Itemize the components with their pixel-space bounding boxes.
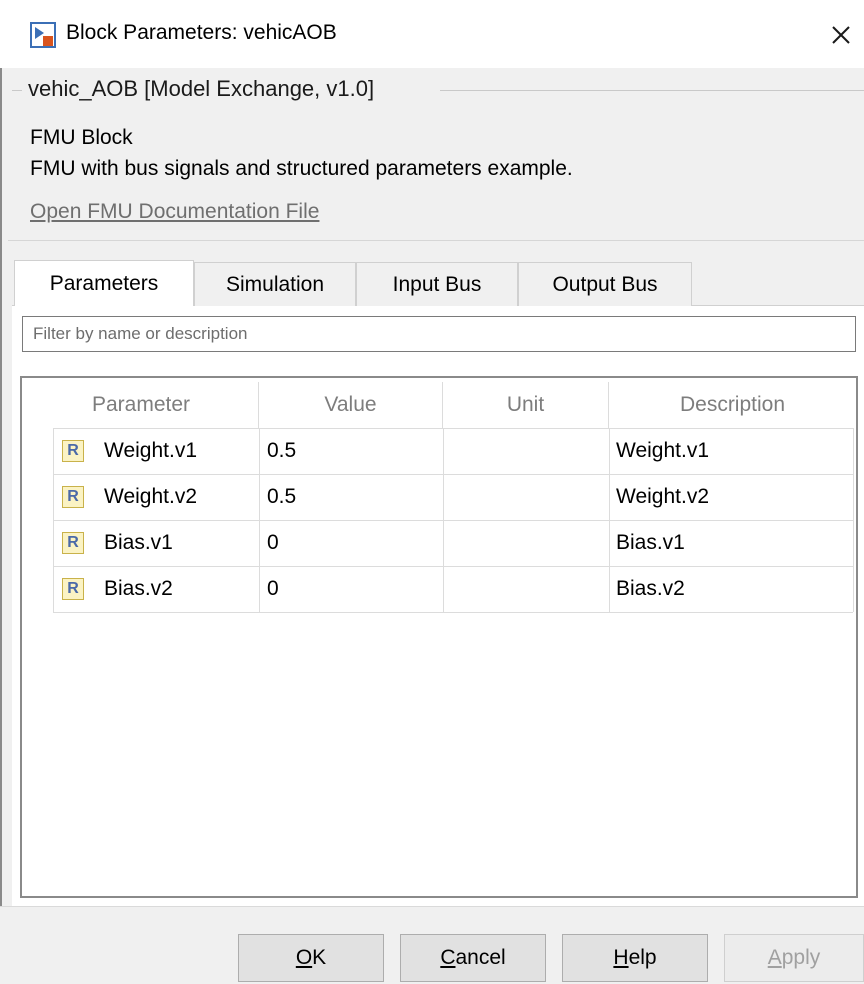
parameter-name: Weight.v2 [104,485,197,508]
column-header-label: Value [324,393,377,416]
column-header-description[interactable]: Description [609,382,856,428]
simulink-block-icon [30,22,56,48]
parameter-description: Bias.v1 [616,531,685,554]
button-label: elp [628,946,657,969]
cancel-button[interactable]: Cancel [400,934,546,982]
mnemonic: O [295,946,313,969]
parameter-unit [450,474,600,520]
parameter-value-field[interactable]: 0 [267,520,437,566]
mnemonic: C [440,946,456,969]
parameter-name: Bias.v1 [104,531,173,554]
real-type-icon: R [62,440,84,462]
filter-input[interactable] [22,316,856,352]
parameter-unit [450,566,600,612]
tab-output-bus[interactable]: Output Bus [518,262,692,306]
parameter-description: Bias.v2 [616,577,685,600]
mnemonic: A [767,946,782,969]
window-title: Block Parameters: vehicAOB [66,21,337,44]
column-header-parameter[interactable]: Parameter [24,382,259,428]
parameter-name: Weight.v1 [104,439,197,462]
mnemonic: H [613,946,629,969]
button-label: ancel [455,946,506,969]
help-button[interactable]: Help [562,934,708,982]
ok-button[interactable]: OK [238,934,384,982]
grid-line [443,428,444,612]
groupbox-border [12,90,22,91]
open-documentation-link[interactable]: Open FMU Documentation File [30,200,319,224]
grid-line [853,428,854,612]
parameter-unit [450,428,600,474]
column-header-label: Description [679,393,786,416]
parameter-value-field[interactable]: 0 [267,566,437,612]
parameter-description: Weight.v1 [616,439,709,462]
tab-label: Parameters [49,271,159,295]
parameter-name: Bias.v2 [104,577,173,600]
fmu-group-title: vehic_AOB [Model Exchange, v1.0] [28,76,375,101]
grid-line [259,428,260,612]
grid-line [53,428,54,612]
apply-button[interactable]: Apply [724,934,864,982]
block-description: FMU with bus signals and structured para… [30,157,573,180]
close-button[interactable] [820,14,860,54]
tab-label: Input Bus [392,272,482,296]
real-type-icon: R [62,578,84,600]
parameter-unit [450,520,600,566]
block-type-label: FMU Block [30,126,133,149]
column-header-label: Unit [506,393,545,416]
separator [8,240,864,241]
window-left-edge [0,68,2,983]
real-type-icon: R [62,486,84,508]
column-header-unit[interactable]: Unit [443,382,609,428]
groupbox-border [440,90,864,91]
parameter-value-field[interactable]: 0.5 [267,428,437,474]
button-label: K [312,946,327,969]
close-icon [832,26,850,44]
parameter-description: Weight.v2 [616,485,709,508]
tab-label: Output Bus [552,272,658,296]
column-header-label: Parameter [91,393,191,416]
tab-label: Simulation [225,272,325,296]
tab-input-bus[interactable]: Input Bus [356,262,518,306]
grid-line [53,612,853,613]
real-type-icon: R [62,532,84,554]
parameter-value-field[interactable]: 0.5 [267,474,437,520]
grid-line [609,428,610,612]
tab-parameters[interactable]: Parameters [14,260,194,306]
button-label: pply [781,946,821,969]
tab-simulation[interactable]: Simulation [194,262,356,306]
column-header-value[interactable]: Value [259,382,443,428]
